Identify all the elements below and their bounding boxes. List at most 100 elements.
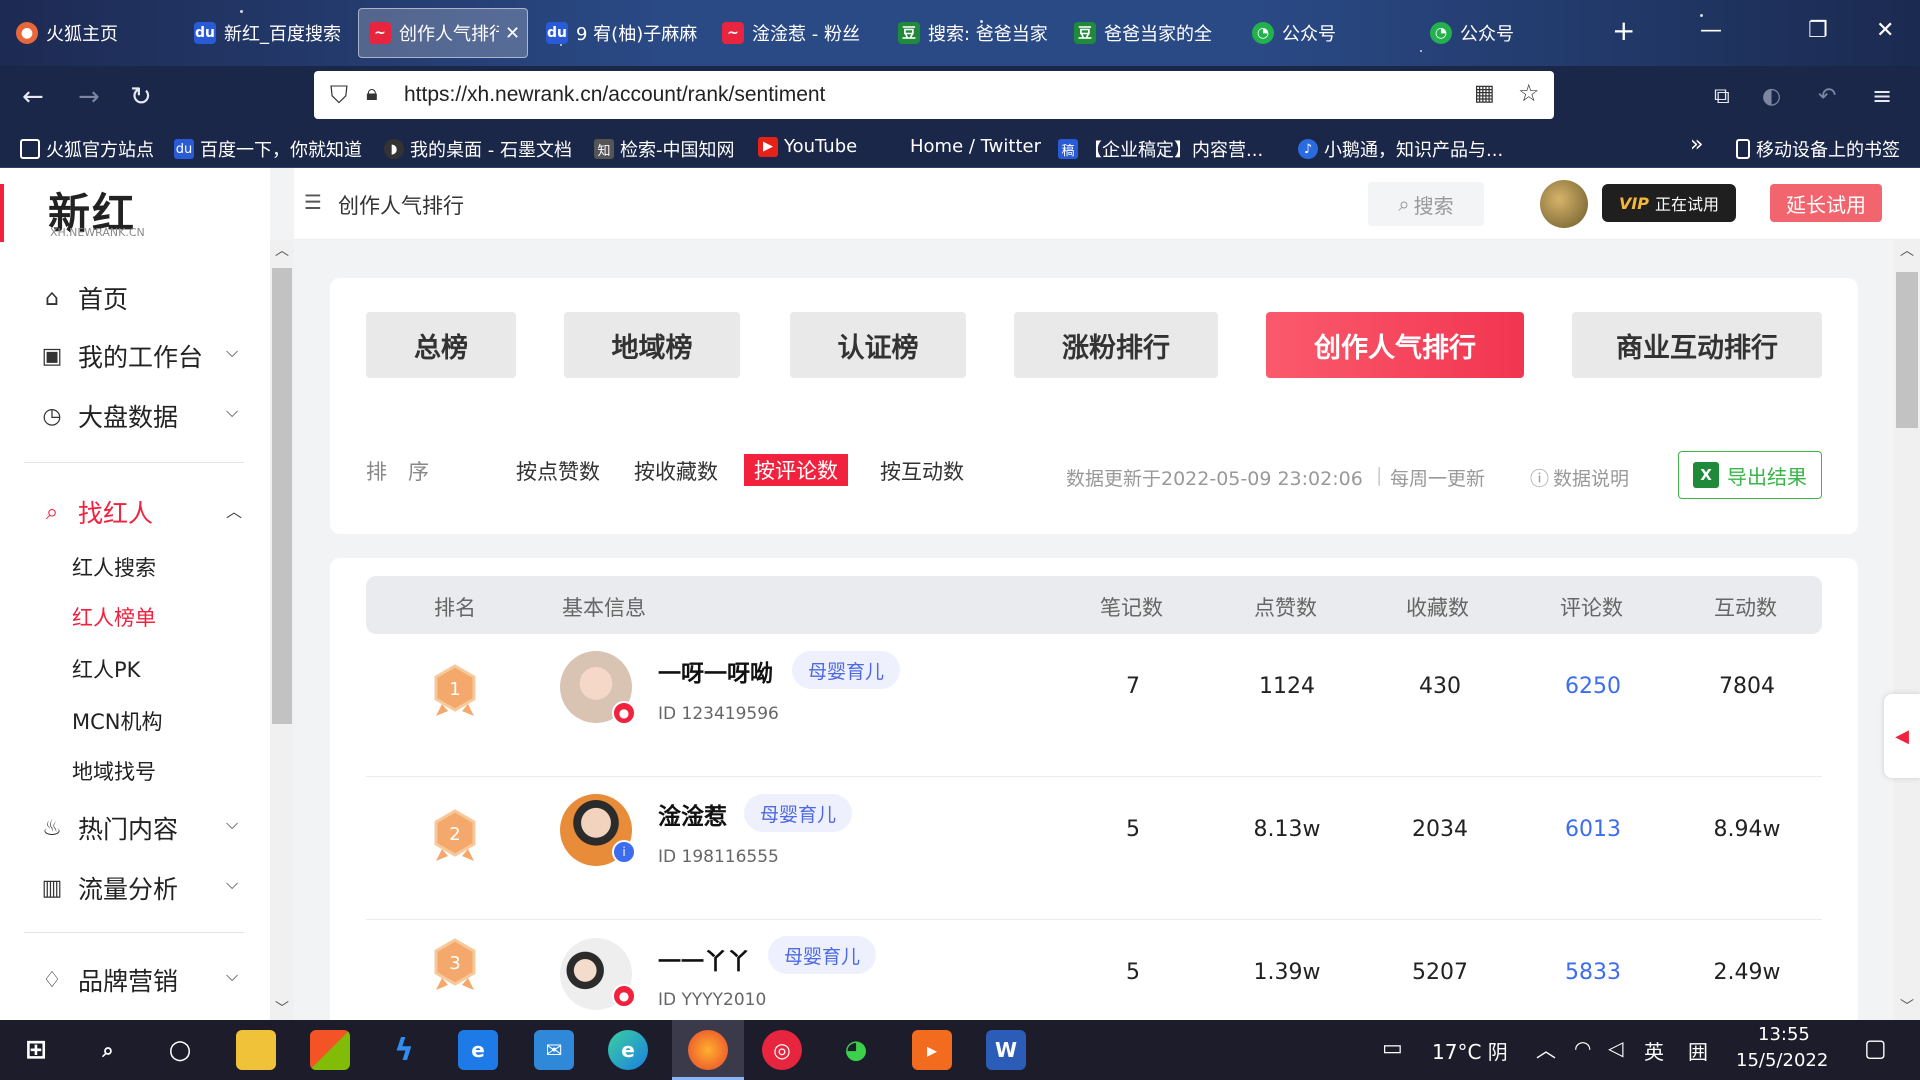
sort-option[interactable]: 按收藏数: [634, 456, 718, 486]
mobile-bookmarks[interactable]: 移动设备上的书签: [1736, 136, 1900, 162]
rank-tab[interactable]: 商业互动排行: [1572, 312, 1822, 378]
clock-time[interactable]: 13:55: [1758, 1024, 1810, 1045]
data-note-link[interactable]: ⓘ 数据说明: [1530, 464, 1629, 491]
sidebar-item-hot-content[interactable]: ♨ 热门内容: [38, 810, 178, 846]
more-bookmarks-icon[interactable]: »: [1690, 132, 1703, 157]
scroll-down-icon[interactable]: ﹀: [1900, 996, 1914, 1016]
edge-icon[interactable]: e: [608, 1030, 648, 1070]
rank-tab[interactable]: 认证榜: [790, 312, 966, 378]
mail-icon[interactable]: ✉: [534, 1030, 574, 1070]
browser-tab[interactable]: ● 火狐主页: [6, 8, 176, 58]
undo-icon[interactable]: ↶: [1818, 84, 1836, 109]
clock-date[interactable]: 15/5/2022: [1736, 1050, 1828, 1071]
column-header[interactable]: 评论数: [1560, 592, 1623, 622]
lightning-app-icon[interactable]: ϟ: [384, 1030, 424, 1070]
chevron-down-icon[interactable]: ⌵: [226, 342, 238, 362]
table-row[interactable]: 3 ● 一一丫丫 母婴育儿 ID YYYY2010 5 1.39w 5207 5…: [366, 920, 1822, 1020]
bookmark-item[interactable]: du 百度一下，你就知道: [174, 136, 362, 162]
notification-icon[interactable]: ▢: [1864, 1034, 1887, 1062]
search-icon[interactable]: ⌕: [88, 1030, 128, 1070]
crop-icon[interactable]: ⧉: [1714, 84, 1730, 109]
collapse-panel-button[interactable]: ◀: [1884, 694, 1920, 778]
table-row[interactable]: 2 i 淦淦惹 母婴育儿 ID 198116555 5 8.13w 2034 6…: [366, 777, 1822, 920]
column-header[interactable]: 点赞数: [1254, 592, 1317, 622]
browser-tab[interactable]: ~ 淦淦惹 - 粉丝: [712, 8, 880, 58]
chevron-down-icon[interactable]: ⌵: [226, 814, 238, 834]
browser-tab[interactable]: 豆 搜索: 爸爸当家: [888, 8, 1056, 58]
menu-icon[interactable]: ≡: [1872, 82, 1892, 110]
shield-icon[interactable]: ⛉: [330, 81, 348, 109]
vip-badge[interactable]: VIP 正在试用: [1602, 184, 1736, 222]
sidebar-item-find-kol[interactable]: ⌕ 找红人: [38, 494, 153, 530]
collapse-menu-icon[interactable]: ☰: [304, 190, 322, 214]
sidebar-item-traffic[interactable]: ▥ 流量分析: [38, 870, 178, 906]
reload-icon[interactable]: ↻: [130, 82, 152, 112]
netease-music-icon[interactable]: ◎: [762, 1030, 802, 1070]
bookmark-item[interactable]: 火狐官方站点: [20, 136, 154, 162]
qr-code-icon[interactable]: ▦: [1474, 81, 1495, 106]
sidebar-item-workbench[interactable]: ▣ 我的工作台: [38, 338, 203, 374]
store-icon[interactable]: [310, 1030, 350, 1070]
avatar[interactable]: [1540, 180, 1588, 228]
star-icon[interactable]: ☆: [1518, 79, 1540, 107]
bookmark-item[interactable]: ▶ YouTube: [758, 136, 857, 157]
sidebar-scroll-thumb[interactable]: [272, 268, 292, 724]
scroll-down-icon[interactable]: ﹀: [275, 998, 289, 1018]
task-view-icon[interactable]: ○: [160, 1030, 200, 1070]
export-button[interactable]: X 导出结果: [1678, 451, 1822, 499]
bookmark-item[interactable]: 稿【企业稿定】内容营...: [1058, 136, 1263, 162]
account-name[interactable]: 淦淦惹: [658, 797, 727, 831]
wifi-icon[interactable]: ◠: [1574, 1036, 1591, 1060]
chevron-down-icon[interactable]: ⌵: [226, 402, 238, 422]
main-scroll-thumb[interactable]: [1896, 272, 1918, 428]
account-name[interactable]: 一一丫丫: [658, 942, 750, 976]
account-name[interactable]: 一呀一呀呦: [658, 654, 773, 688]
sort-option-active[interactable]: 按评论数: [744, 454, 848, 486]
minimize-icon[interactable]: —: [1700, 18, 1722, 43]
browser-tab[interactable]: ◔ 公众号: [1242, 8, 1410, 58]
sort-option[interactable]: 按互动数: [880, 456, 964, 486]
bookmark-item[interactable]: ◗ 我的桌面 - 石墨文档: [384, 136, 572, 162]
ime-language[interactable]: 英: [1644, 1036, 1664, 1065]
column-header[interactable]: 互动数: [1714, 592, 1777, 622]
bookmark-item[interactable]: ♪ 小鹅通，知识产品与...: [1298, 136, 1503, 162]
lock-icon[interactable]: 🔒︎: [366, 81, 378, 106]
volume-icon[interactable]: ◁: [1608, 1036, 1623, 1060]
column-header[interactable]: 笔记数: [1100, 592, 1163, 622]
chat-icon[interactable]: ◐: [1762, 84, 1781, 109]
tray-expand-icon[interactable]: ︿: [1536, 1034, 1556, 1063]
new-tab-button[interactable]: +: [1612, 14, 1635, 47]
close-window-icon[interactable]: ✕: [1876, 18, 1894, 43]
forward-icon[interactable]: →: [78, 82, 100, 112]
sort-option[interactable]: 按点赞数: [516, 456, 600, 486]
browser-tab[interactable]: 豆 爸爸当家的全: [1064, 8, 1232, 58]
browser-tab[interactable]: du 9 宥(柚)子麻麻: [536, 8, 704, 58]
sidebar-subitem[interactable]: MCN机构: [72, 706, 163, 736]
rank-tab[interactable]: 地域榜: [564, 312, 740, 378]
wechat-icon[interactable]: ◕: [836, 1030, 876, 1070]
media-app-icon[interactable]: ▸: [912, 1030, 952, 1070]
sidebar-subitem[interactable]: 红人PK: [72, 654, 140, 684]
edit-app-icon[interactable]: e: [458, 1030, 498, 1070]
scroll-up-icon[interactable]: ︿: [1900, 240, 1914, 260]
sidebar-item-dashboard[interactable]: ◷ 大盘数据: [38, 398, 178, 434]
firefox-icon[interactable]: [688, 1030, 728, 1070]
browser-tab-active[interactable]: ~ 创作人气排行 ✕: [358, 8, 528, 58]
chevron-up-icon[interactable]: ︿: [226, 498, 242, 522]
browser-tab[interactable]: ◔ 公众号: [1420, 8, 1588, 58]
rank-tab-active[interactable]: 创作人气排行: [1266, 312, 1524, 378]
weather-icon[interactable]: ▭: [1382, 1036, 1403, 1061]
word-icon[interactable]: W: [986, 1030, 1026, 1070]
maximize-icon[interactable]: ❐: [1808, 18, 1828, 43]
back-icon[interactable]: ←: [22, 82, 44, 112]
file-explorer-icon[interactable]: [236, 1030, 276, 1070]
browser-tab[interactable]: du 新红_百度搜索: [184, 8, 352, 58]
sidebar-subitem[interactable]: 红人搜索: [72, 552, 156, 582]
rank-tab[interactable]: 总榜: [366, 312, 516, 378]
ime-mode-icon[interactable]: 囲: [1688, 1036, 1708, 1065]
chevron-down-icon[interactable]: ⌵: [226, 874, 238, 894]
column-header[interactable]: 收藏数: [1406, 592, 1469, 622]
table-row[interactable]: 1 ● 一呀一呀呦 母婴育儿 ID 123419596 7 1124 430 6…: [366, 634, 1822, 777]
chevron-down-icon[interactable]: ⌵: [226, 966, 238, 986]
windows-start-icon[interactable]: ⊞: [16, 1030, 56, 1070]
